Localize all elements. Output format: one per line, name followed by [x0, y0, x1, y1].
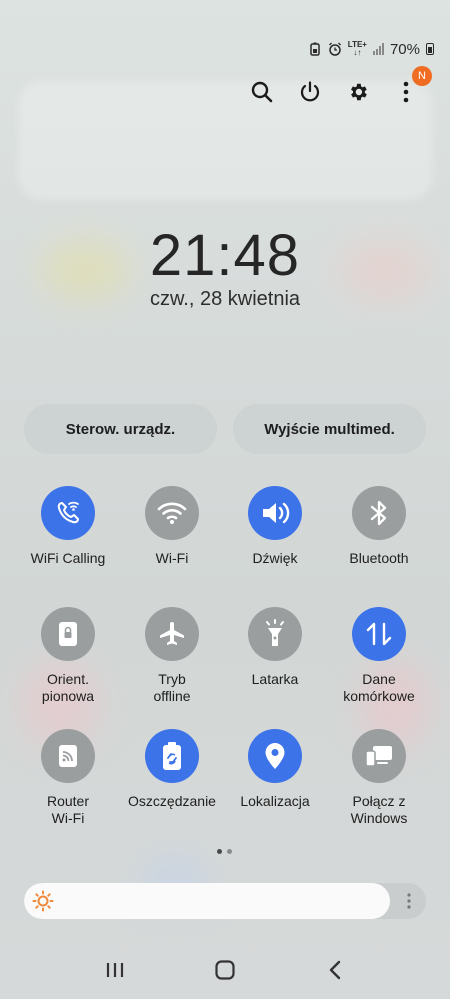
recents-icon	[106, 963, 124, 977]
wifi-icon	[145, 486, 199, 540]
alarm-icon	[328, 42, 341, 56]
page-dot	[217, 849, 222, 854]
data-arrows-icon: ↓↑	[353, 48, 362, 57]
tile-mobile-data[interactable]: Dane komórkowe	[327, 607, 431, 705]
bluetooth-icon	[352, 486, 406, 540]
gear-icon	[351, 83, 367, 101]
brightness-fill	[24, 883, 390, 919]
tile-wifi[interactable]: Wi-Fi	[120, 486, 224, 567]
mobile-data-icon	[352, 607, 406, 661]
battery-icon	[426, 43, 434, 55]
tile-label: Połącz z Windows	[350, 793, 408, 826]
tile-bluetooth[interactable]: Bluetooth	[327, 486, 431, 567]
power-button[interactable]	[296, 78, 324, 106]
tile-orientation-lock[interactable]: Orient. pionowa	[16, 607, 120, 705]
media-output-button[interactable]: Wyjście multimed.	[233, 404, 426, 454]
device-control-button[interactable]: Sterow. urządz.	[24, 404, 217, 454]
tile-hotspot[interactable]: Router Wi-Fi	[16, 729, 120, 827]
link-windows-icon	[352, 729, 406, 783]
tile-label: Dane komórkowe	[343, 671, 415, 704]
settings-button[interactable]	[344, 78, 372, 106]
tile-label: Lokalizacja	[240, 793, 310, 809]
tile-label: Latarka	[251, 671, 299, 687]
top-actions: N	[248, 66, 432, 106]
more-vert-icon	[403, 81, 409, 103]
notification-badge: N	[412, 66, 432, 86]
tile-label: Oszczędzanie	[128, 793, 216, 809]
status-bar: LTE+ ↓↑ 70%	[308, 38, 434, 60]
power-icon	[300, 81, 320, 102]
brightness-more-icon[interactable]	[402, 891, 416, 911]
lte-indicator: LTE+ ↓↑	[348, 41, 367, 57]
location-icon	[248, 729, 302, 783]
airplane-icon	[145, 607, 199, 661]
recents-button[interactable]	[100, 955, 130, 985]
search-icon	[251, 81, 273, 103]
orientation-lock-icon	[41, 607, 95, 661]
tile-label: Orient. pionowa	[41, 671, 95, 704]
tile-label: Dźwięk	[252, 550, 298, 566]
tile-label: Bluetooth	[349, 550, 409, 566]
tile-label: Tryb offline	[153, 671, 191, 704]
tile-wifi-calling[interactable]: WiFi Calling	[16, 486, 120, 567]
flashlight-icon	[248, 607, 302, 661]
home-icon	[215, 960, 235, 980]
battery-alert-icon	[310, 42, 320, 56]
sun-icon	[32, 890, 54, 912]
clock-date: czw., 28 kwietnia	[149, 288, 301, 310]
clock-time: 21:48	[149, 223, 301, 288]
search-button[interactable]	[248, 78, 276, 106]
page-indicator	[217, 849, 232, 854]
sound-icon	[248, 486, 302, 540]
tile-sound[interactable]: Dźwięk	[223, 486, 327, 567]
tile-label: WiFi Calling	[30, 550, 106, 566]
tile-battery-saver[interactable]: Oszczędzanie	[120, 729, 224, 810]
signal-icon	[372, 43, 384, 55]
back-icon	[329, 960, 341, 980]
home-button[interactable]	[210, 955, 240, 985]
tile-location[interactable]: Lokalizacja	[223, 729, 327, 810]
tile-airplane[interactable]: Tryb offline	[120, 607, 224, 705]
back-button[interactable]	[320, 955, 350, 985]
tile-label: Wi-Fi	[155, 550, 189, 566]
tile-link-windows[interactable]: Połącz z Windows	[327, 729, 431, 827]
wifi-calling-icon	[41, 486, 95, 540]
page-dot	[227, 849, 232, 854]
tile-flashlight[interactable]: Latarka	[223, 607, 327, 688]
hotspot-icon	[41, 729, 95, 783]
navigation-bar	[0, 948, 450, 992]
battery-percent: 70%	[389, 40, 420, 58]
brightness-slider[interactable]	[24, 883, 426, 919]
tile-label: Router Wi-Fi	[46, 793, 90, 826]
battery-saver-icon	[145, 729, 199, 783]
more-options-button[interactable]: N	[392, 66, 432, 106]
